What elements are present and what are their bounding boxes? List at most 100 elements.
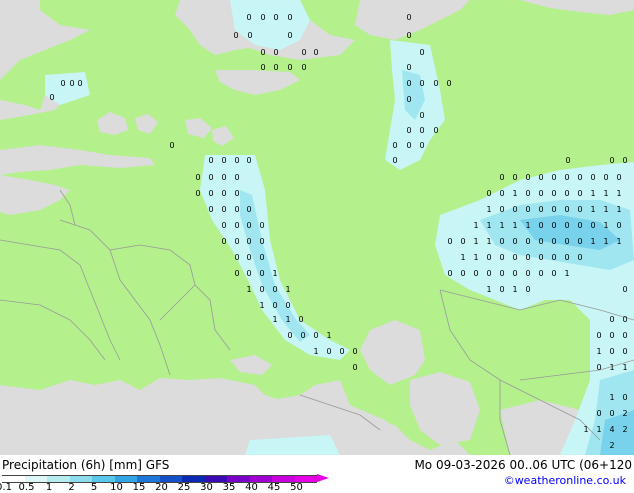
precip-value-label: 0 xyxy=(260,48,265,57)
precip-value-label: 0 xyxy=(169,141,174,150)
precip-value-label: 0 xyxy=(208,205,213,214)
precip-value-label: 1 xyxy=(590,189,595,198)
precip-value-label: 0 xyxy=(525,269,530,278)
precip-value-label: 0 xyxy=(273,63,278,72)
scale-arrow-icon xyxy=(317,474,329,482)
precip-value-label: 1 xyxy=(603,205,608,214)
precip-value-label: 0 xyxy=(538,221,543,230)
precip-value-label: 0 xyxy=(551,205,556,214)
precip-value-label: 0 xyxy=(234,269,239,278)
precip-value-label: 0 xyxy=(538,173,543,182)
precip-value-label: 0 xyxy=(622,285,627,294)
precip-value-label: 0 xyxy=(564,173,569,182)
precip-value-label: 0 xyxy=(577,189,582,198)
precip-value-label: 0 xyxy=(195,189,200,198)
precip-value-label: 0 xyxy=(234,173,239,182)
precip-value-label: 1 xyxy=(460,253,465,262)
precip-value-label: 0 xyxy=(260,63,265,72)
precip-value-label: 0 xyxy=(609,331,614,340)
precip-value-label: 0 xyxy=(419,126,424,135)
map-footer: Precipitation (6h) [mm] GFS Mo 09-03-202… xyxy=(0,455,634,493)
precip-value-label: 0 xyxy=(551,269,556,278)
precip-value-label: 1 xyxy=(246,285,251,294)
precip-value-label: 1 xyxy=(272,315,277,324)
precip-value-label: 0 xyxy=(301,48,306,57)
scale-label: 0.5 xyxy=(18,482,35,493)
precip-value-label: 0 xyxy=(499,253,504,262)
precip-value-label: 0 xyxy=(406,31,411,40)
precip-value-label: 1 xyxy=(486,285,491,294)
precip-value-label: 0 xyxy=(259,253,264,262)
precip-value-label: 1 xyxy=(285,285,290,294)
precip-value-label: 0 xyxy=(577,173,582,182)
scale-label: 20 xyxy=(155,482,168,493)
precip-value-label: 0 xyxy=(234,253,239,262)
precip-value-label: 0 xyxy=(551,221,556,230)
precip-value-label: 0 xyxy=(221,221,226,230)
precip-value-label: 0 xyxy=(234,189,239,198)
scale-label: 1 xyxy=(45,482,53,493)
precip-value-label: 0 xyxy=(208,173,213,182)
precip-value-label: 0 xyxy=(538,189,543,198)
precip-value-label: 0 xyxy=(433,126,438,135)
precip-value-label: 0 xyxy=(616,173,621,182)
precip-value-label: 0 xyxy=(512,173,517,182)
precip-value-label: 0 xyxy=(247,31,252,40)
precip-value-label: 0 xyxy=(538,253,543,262)
precip-value-label: 1 xyxy=(525,221,530,230)
precip-value-label: 1 xyxy=(603,189,608,198)
precip-value-label: 0 xyxy=(419,79,424,88)
precip-value-label: 0 xyxy=(287,331,292,340)
credit-link[interactable]: ©weatheronline.co.uk xyxy=(504,474,626,488)
precip-value-label: 0 xyxy=(406,13,411,22)
precip-value-label: 0 xyxy=(512,253,517,262)
precip-value-label: 1 xyxy=(512,285,517,294)
precip-value-label: 0 xyxy=(609,347,614,356)
precip-value-label: 0 xyxy=(622,315,627,324)
scale-label: 5 xyxy=(90,482,98,493)
precip-value-label: 0 xyxy=(234,156,239,165)
precip-value-label: 0 xyxy=(234,205,239,214)
scale-label: 25 xyxy=(177,482,191,493)
precip-value-label: 0 xyxy=(419,48,424,57)
precip-value-label: 0 xyxy=(622,393,627,402)
precip-value-label: 0 xyxy=(246,253,251,262)
precip-value-label: 0 xyxy=(246,237,251,246)
precip-value-label: 1 xyxy=(473,253,478,262)
precip-value-label: 0 xyxy=(392,141,397,150)
precip-value-label: 0 xyxy=(234,221,239,230)
precip-value-label: 0 xyxy=(486,253,491,262)
precip-value-label: 0 xyxy=(285,301,290,310)
precip-value-label: 4 xyxy=(609,425,614,434)
precip-value-label: 0 xyxy=(260,13,265,22)
precip-value-label: 0 xyxy=(512,237,517,246)
precip-value-label: 1 xyxy=(583,425,588,434)
precip-value-label: 0 xyxy=(287,13,292,22)
precip-value-label: 0 xyxy=(60,79,65,88)
precip-value-label: 0 xyxy=(577,205,582,214)
precip-value-label: 0 xyxy=(234,237,239,246)
precip-value-label: 0 xyxy=(564,189,569,198)
precip-value-label: 0 xyxy=(590,173,595,182)
scale-label: 0.1 xyxy=(0,482,12,493)
precip-value-label: 0 xyxy=(499,173,504,182)
precip-value-label: 0 xyxy=(551,173,556,182)
precip-value-label: 0 xyxy=(446,79,451,88)
precip-value-label: 0 xyxy=(406,79,411,88)
precip-value-label: 0 xyxy=(272,285,277,294)
precip-value-label: 0 xyxy=(221,237,226,246)
precip-value-label: 0 xyxy=(525,285,530,294)
precip-value-label: 0 xyxy=(622,331,627,340)
precip-value-label: 0 xyxy=(259,269,264,278)
precip-value-label: 1 xyxy=(313,347,318,356)
precip-value-label: 0 xyxy=(273,48,278,57)
precip-value-label: 0 xyxy=(246,156,251,165)
precip-value-label: 1 xyxy=(272,269,277,278)
precip-value-label: 0 xyxy=(564,205,569,214)
precip-value-label: 1 xyxy=(590,205,595,214)
precip-value-label: 0 xyxy=(609,156,614,165)
scale-label: 45 xyxy=(267,482,281,493)
precip-value-label: 0 xyxy=(564,221,569,230)
precip-value-label: 0 xyxy=(565,156,570,165)
precip-value-label: 0 xyxy=(392,156,397,165)
